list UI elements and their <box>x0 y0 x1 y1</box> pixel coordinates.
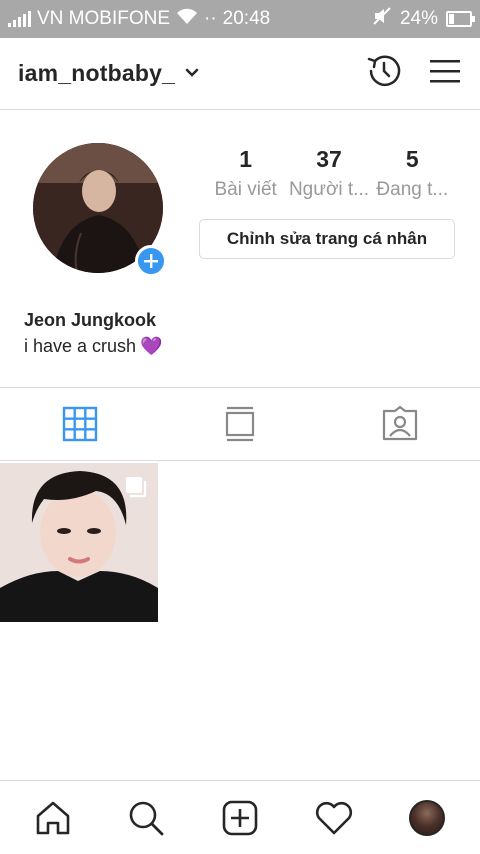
heart-icon <box>315 801 352 834</box>
tab-grid[interactable] <box>0 388 160 460</box>
profile-tabs <box>0 387 480 461</box>
edit-profile-button[interactable]: Chỉnh sửa trang cá nhân <box>199 219 455 259</box>
followers-count: 37 <box>316 146 342 172</box>
signal-icon <box>8 11 31 27</box>
profile-avatar-container[interactable] <box>33 143 167 277</box>
followers-label: Người t... <box>288 179 370 200</box>
profile-stats: 1 Bài viết 37 Người t... 5 Đang t... <box>204 142 454 204</box>
feed-icon <box>225 406 255 442</box>
clock-time: 20:48 <box>222 8 271 29</box>
bottom-navigation <box>0 780 480 854</box>
search-icon <box>130 801 164 835</box>
mute-icon <box>372 7 392 31</box>
post-thumbnail[interactable] <box>0 463 158 622</box>
profile-header: iam_notbaby_ <box>0 38 480 110</box>
nav-profile[interactable] <box>397 799 457 836</box>
add-story-button[interactable] <box>135 245 167 277</box>
chevron-down-icon[interactable] <box>185 65 199 83</box>
carrier-name: VN MOBIFONE <box>37 8 171 29</box>
archive-history-icon[interactable] <box>364 51 404 96</box>
tab-feed[interactable] <box>160 388 320 460</box>
add-post-icon <box>222 800 258 835</box>
stat-following[interactable]: 5 Đang t... <box>371 142 454 204</box>
menu-icon[interactable] <box>428 56 462 91</box>
following-label: Đang t... <box>376 179 449 200</box>
status-dots: ·· <box>204 8 217 29</box>
stat-posts[interactable]: 1 Bài viết <box>204 142 287 204</box>
tagged-icon <box>382 406 418 441</box>
purple-heart-emoji: 💜 <box>140 336 163 356</box>
account-username[interactable]: iam_notbaby_ <box>18 60 175 87</box>
profile-full-name: Jeon Jungkook <box>24 310 157 330</box>
posts-label: Bài viết <box>214 179 277 200</box>
tab-tagged[interactable] <box>320 388 480 460</box>
plus-icon <box>144 254 158 268</box>
stat-followers[interactable]: 37 Người t... <box>287 142 370 204</box>
nav-activity[interactable] <box>304 800 364 836</box>
battery-percent: 24% <box>399 8 438 29</box>
profile-bio: i have a crush 💜 <box>24 336 162 357</box>
battery-icon <box>446 11 475 27</box>
profile-avatar-small <box>409 799 446 836</box>
nav-search[interactable] <box>116 799 176 837</box>
bio-text: i have a crush <box>24 336 137 356</box>
following-count: 5 <box>405 146 419 172</box>
posts-count: 1 <box>239 146 253 172</box>
status-bar: VN MOBIFONE ·· 20:48 24% <box>0 0 480 38</box>
wifi-icon <box>176 7 198 31</box>
grid-icon <box>62 406 98 442</box>
multiple-photos-icon <box>124 475 148 504</box>
nav-new-post[interactable] <box>210 799 270 837</box>
home-icon <box>36 801 70 834</box>
nav-home[interactable] <box>23 799 83 837</box>
